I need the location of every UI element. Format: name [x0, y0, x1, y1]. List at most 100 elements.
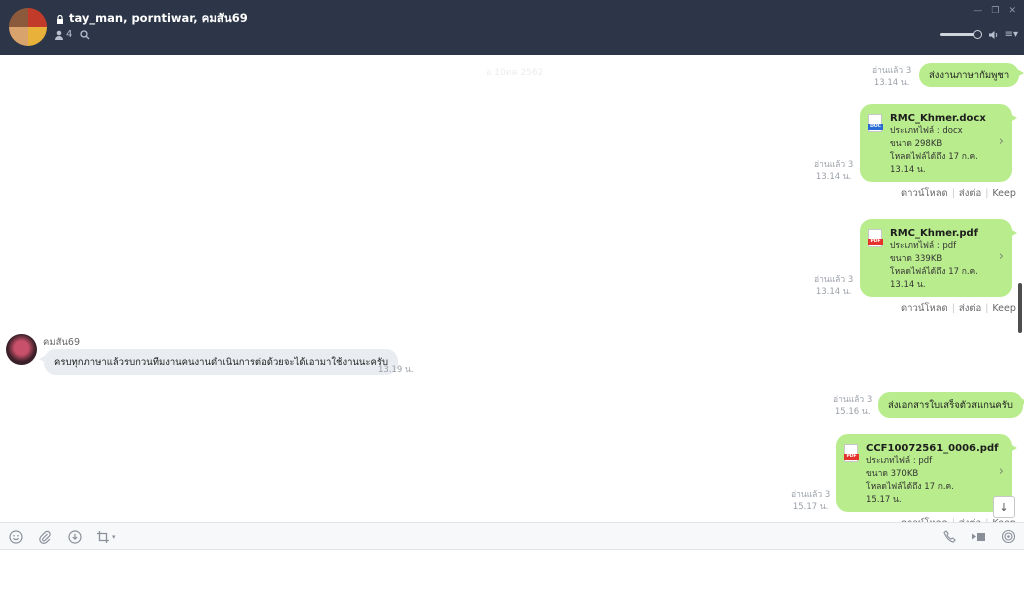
scrollbar-thumb[interactable] [1018, 283, 1022, 333]
download-circle-icon [68, 529, 82, 544]
chevron-right-icon: › [998, 134, 1004, 149]
volume-slider-knob[interactable] [972, 30, 982, 39]
file-message[interactable]: PDF CCF10072561_0006.pdf ประเภทไฟล์ : pd… [836, 434, 1017, 512]
incoming-message[interactable]: ครบทุกภาษาแล้วรบกวนทีมงานคนงานดำเนินการต… [38, 349, 399, 375]
file-name: RMC_Khmer.docx [890, 113, 986, 124]
message-read-status: อ่านแล้ว 3 15.16 น. [833, 394, 872, 418]
arrow-down-icon: ↓ [999, 500, 1009, 514]
lock-icon [57, 14, 63, 24]
message-read-status: อ่านแล้ว 3 13.14 น. [814, 274, 853, 298]
paperclip-icon [39, 530, 51, 544]
message-time: 13.14 น. [873, 78, 910, 88]
file-size: ขนาด 339KB [890, 254, 943, 264]
video-icon [972, 532, 985, 541]
keep-link[interactable]: Keep [992, 303, 1015, 314]
message-read-status: อ่านแล้ว 3 13.14 น. [814, 159, 853, 183]
call-button[interactable] [943, 528, 956, 545]
file-expiry-time: 15.17 น. [866, 495, 902, 505]
member-count: 4 [66, 29, 73, 40]
chat-window: tay_man, porntiwar, คมสัน69 4 — ❐ ✕ ≡▾ อ… [0, 0, 1024, 608]
close-icon[interactable]: ✕ [1008, 6, 1016, 16]
file-message[interactable]: DOC RMC_Khmer.docx ประเภทไฟล์ : docx ขนา… [860, 104, 1017, 182]
scroll-to-bottom-button[interactable]: ↓ [993, 496, 1015, 518]
volume-slider[interactable] [939, 30, 982, 39]
sender-avatar[interactable] [6, 334, 37, 365]
file-message[interactable]: PDF RMC_Khmer.pdf ประเภทไฟล์ : pdf ขนาด … [860, 219, 1017, 297]
download-link[interactable]: ดาวน์โหลด [901, 188, 948, 199]
header-tools: ≡▾ [939, 29, 1018, 40]
minimize-icon[interactable]: — [973, 6, 982, 16]
pdf-file-icon: PDF [844, 444, 859, 462]
keep-button[interactable] [68, 528, 82, 545]
chat-title-text: tay_man, porntiwar, คมสัน69 [69, 11, 248, 25]
file-expiry: โหลดไฟล์ได้ถึง 17 ก.ค. [890, 267, 978, 277]
crop-icon [97, 530, 109, 543]
chat-header: tay_man, porntiwar, คมสัน69 4 — ❐ ✕ ≡▾ [0, 0, 1024, 55]
chevron-right-icon: › [998, 464, 1004, 479]
emoji-button[interactable] [9, 528, 23, 545]
message-list[interactable]: อ 10ตค 2562 อ่านแล้ว 3 13.14 น. ส่งงานภา… [0, 55, 1024, 522]
read-count: อ่านแล้ว 3 [872, 66, 912, 76]
message-read-status: อ่านแล้ว 3 15.17 น. [791, 489, 830, 513]
window-controls: — ❐ ✕ [973, 6, 1016, 16]
message-time: 13.19 น. [378, 365, 414, 375]
file-type: ประเภทไฟล์ : pdf [866, 456, 933, 466]
member-count-button[interactable]: 4 [54, 29, 72, 40]
phone-icon [943, 530, 956, 543]
file-expiry-time: 13.14 น. [890, 165, 926, 175]
group-avatar[interactable] [9, 8, 47, 46]
forward-link[interactable]: ส่งต่อ [959, 188, 981, 199]
separator: | [951, 303, 955, 314]
video-call-button[interactable] [971, 528, 986, 545]
restore-icon[interactable]: ❐ [991, 6, 999, 16]
forward-link[interactable]: ส่งต่อ [959, 303, 981, 314]
file-expiry: โหลดไฟล์ได้ถึง 17 ก.ค. [890, 152, 978, 162]
date-divider: อ 10ตค 2562 [486, 68, 544, 78]
person-icon [55, 30, 63, 40]
outgoing-message[interactable]: ส่งงานภาษากัมพูชา [919, 63, 1024, 87]
message-time: 15.17 น. [792, 502, 829, 512]
file-actions: ดาวน์โหลด|ส่งต่อ|Keep [901, 186, 1016, 201]
message-text: ส่งงานภาษากัมพูชา [929, 69, 1010, 81]
input-toolbar: ▾ [0, 522, 1024, 550]
message-time: 15.16 น. [834, 407, 871, 417]
pdf-file-icon: PDF [868, 229, 883, 247]
chat-subheader: 4 [54, 29, 90, 40]
file-expiry-time: 13.14 น. [890, 280, 926, 290]
file-type: ประเภทไฟล์ : docx [890, 126, 963, 136]
speaker-icon[interactable] [988, 30, 999, 40]
message-read-status: อ่านแล้ว 3 13.14 น. [872, 65, 911, 89]
sender-name: คมสัน69 [43, 337, 80, 348]
read-count: อ่านแล้ว 3 [814, 275, 854, 285]
separator: | [985, 188, 989, 199]
file-type: ประเภทไฟล์ : pdf [890, 241, 957, 251]
file-size: ขนาด 298KB [890, 139, 943, 149]
live-button[interactable] [1001, 528, 1016, 545]
file-size: ขนาด 370KB [866, 469, 919, 479]
keep-link[interactable]: Keep [992, 188, 1015, 199]
download-link[interactable]: ดาวน์โหลด [901, 303, 948, 314]
read-count: อ่านแล้ว 3 [833, 395, 873, 405]
live-icon [1001, 529, 1016, 544]
search-icon[interactable] [80, 29, 90, 40]
message-time: 13.14 น. [815, 172, 852, 182]
screenshot-button[interactable]: ▾ [96, 528, 116, 545]
separator: | [985, 303, 989, 314]
emoji-icon [9, 529, 23, 544]
file-actions: ดาวน์โหลด|ส่งต่อ|Keep [901, 301, 1016, 316]
doc-file-icon: DOC [868, 114, 883, 132]
menu-icon[interactable]: ≡▾ [1005, 29, 1018, 40]
file-name: CCF10072561_0006.pdf [866, 443, 999, 454]
message-time: 13.14 น. [815, 287, 852, 297]
read-count: อ่านแล้ว 3 [814, 160, 854, 170]
file-expiry: โหลดไฟล์ได้ถึง 17 ก.ค. [866, 482, 954, 492]
message-text: ส่งเอกสารใบเสร็จตัวสแกนครับ [888, 399, 1013, 411]
attach-button[interactable] [38, 528, 52, 545]
chevron-right-icon: › [998, 249, 1004, 264]
chevron-down-icon: ▾ [112, 532, 116, 541]
read-count: อ่านแล้ว 3 [791, 490, 831, 500]
chat-title: tay_man, porntiwar, คมสัน69 [56, 10, 248, 28]
file-name: RMC_Khmer.pdf [890, 228, 979, 239]
outgoing-message[interactable]: ส่งเอกสารใบเสร็จตัวสแกนครับ [878, 392, 1024, 418]
message-input[interactable] [0, 550, 1024, 608]
